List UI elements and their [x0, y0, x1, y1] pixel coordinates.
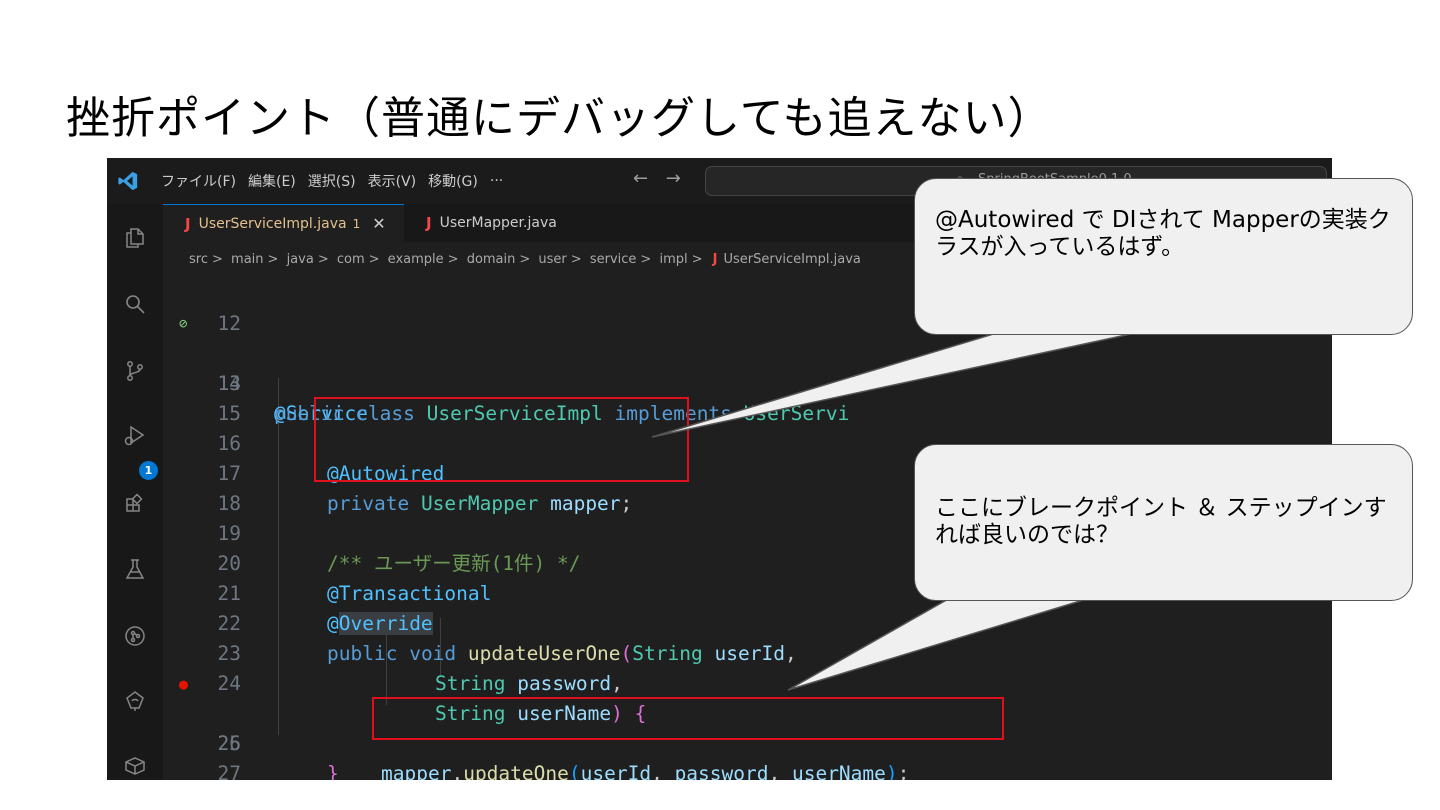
callout-pointer [787, 597, 1091, 691]
pointer-seam [1002, 330, 1138, 334]
pointer-seam [952, 596, 1088, 600]
callout-di-explanation: @Autowired で DIされて Mapperの実装クラスが入っているはず。 [914, 178, 1413, 335]
callout-breakpoint-question: ここにブレークポイント ＆ ステップインすれば良いのでは？ [914, 444, 1413, 601]
callout-text: @Autowired で DIされて Mapperの実装クラスが入っているはず。 [935, 207, 1391, 260]
callout-text: ここにブレークポイント ＆ ステップインすれば良いのでは？ [935, 495, 1387, 548]
callout-pointers [651, 331, 1141, 691]
callout-pointer [651, 331, 1141, 438]
